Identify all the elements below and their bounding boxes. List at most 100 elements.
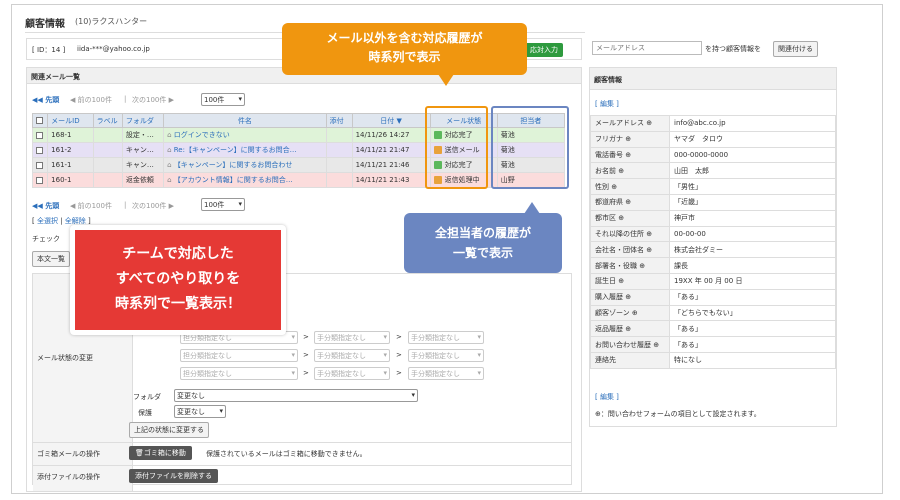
row-checkbox-cell[interactable]: [31, 142, 49, 158]
info-row: 部署名・役職 ⊕ 課長: [590, 257, 836, 274]
pager-prev-link[interactable]: ◀ 前の100件: [70, 95, 112, 105]
col-label[interactable]: ラベル: [92, 113, 123, 128]
info-label: 連絡先: [590, 351, 670, 369]
mail-subject[interactable]: 【キャンペーン】に関するお問合わせ: [174, 161, 293, 169]
bulk-divider-2: [33, 465, 571, 466]
trash-note: 保護されているメールはゴミ箱に移動できません。: [206, 450, 367, 458]
col-folder[interactable]: フォルダ: [121, 113, 165, 128]
manual-entry-button[interactable]: 応対入力: [525, 43, 563, 57]
info-value: 株式会社ダミー: [669, 241, 836, 259]
assignee-highlight-box: [491, 106, 569, 189]
bracket-close: ]: [85, 217, 91, 225]
delete-attachments-button[interactable]: 添付ファイルを削除する: [129, 469, 218, 483]
trash-label: ゴミ箱メールの操作: [37, 450, 100, 458]
info-row: お問い合わせ履歴 ⊕ 「ある」: [590, 336, 836, 353]
status-select-3[interactable]: 手分類指定なし: [408, 331, 484, 344]
mail-subject[interactable]: ログインできない: [174, 131, 230, 139]
arrow-icon: >: [396, 369, 402, 377]
info-row: 都市区 ⊕ 神戸市: [590, 209, 836, 227]
status-select-8-value: 手分類指定なし: [317, 370, 366, 378]
info-value: ヤマダ タロウ: [669, 130, 836, 148]
mail-label: [92, 127, 123, 143]
status-select-4[interactable]: 担分類指定なし: [180, 349, 298, 362]
status-select-6-value: 手分類指定なし: [411, 352, 460, 360]
info-label: 会社名・団体名 ⊕: [590, 241, 670, 259]
info-value: 19XX 年 00 月 00 日: [669, 272, 836, 290]
mail-subject[interactable]: 【アカウント情報】に関するお問合…: [174, 176, 293, 184]
mail-date: 14/11/26 14:27: [351, 127, 431, 143]
mail-subject[interactable]: Re:【キャンペーン】に関するお問合…: [174, 146, 297, 154]
info-row: お名前 ⊕ 山田 太郎: [590, 162, 836, 180]
info-row: 性別 ⊕ 「男性」: [590, 178, 836, 195]
info-label: お問い合わせ履歴 ⊕: [590, 336, 670, 353]
edit-link-top[interactable]: [ 編集 ]: [595, 99, 619, 109]
mail-label: [92, 157, 123, 173]
status-select-9[interactable]: 手分類指定なし: [408, 367, 484, 380]
status-select-5-value: 手分類指定なし: [317, 352, 366, 360]
col-mail-id[interactable]: メールID: [47, 113, 94, 128]
select-all-link[interactable]: 全選択: [37, 217, 58, 225]
per-page-select-bottom[interactable]: 100件: [201, 198, 245, 211]
status-select-7[interactable]: 担分類指定なし: [180, 367, 298, 380]
pager-next-link-bottom[interactable]: 次の100件 ▶: [132, 201, 174, 211]
deselect-all-link[interactable]: 全解除: [65, 217, 86, 225]
apply-status-button[interactable]: 上記の状態に変更する: [129, 422, 209, 438]
info-value: 00-00-00: [669, 225, 836, 243]
row-checkbox[interactable]: [36, 176, 43, 184]
row-checkbox[interactable]: [36, 131, 43, 139]
status-select-8[interactable]: 手分類指定なし: [314, 367, 390, 380]
info-value: 「ある」: [669, 336, 836, 353]
mail-id: 161-1: [47, 157, 94, 173]
pager-prev-link-bottom[interactable]: ◀ 前の100件: [70, 201, 112, 211]
pager-first-link-bottom[interactable]: ◀◀ 先頭: [32, 201, 59, 211]
row-checkbox-cell[interactable]: [31, 127, 49, 143]
col-subject[interactable]: 件名: [163, 113, 327, 128]
info-label: 顧客ゾーン ⊕: [590, 304, 670, 322]
search-suffix-text: を持つ顧客情報を: [705, 45, 761, 53]
page-title: 顧客情報: [25, 19, 65, 30]
info-label: 購入履歴 ⊕: [590, 288, 670, 306]
move-to-trash-button[interactable]: 🗑ゴミ箱に移動: [129, 446, 192, 460]
info-row: フリガナ ⊕ ヤマダ タロウ: [590, 130, 836, 148]
info-label: 都道府県 ⊕: [590, 193, 670, 211]
mail-subject-cell[interactable]: ⌂ 【キャンペーン】に関するお問合わせ: [163, 157, 327, 173]
pager-first-link[interactable]: ◀◀ 先頭: [32, 95, 59, 105]
info-row: 電話番号 ⊕ 000-0000-0000: [590, 146, 836, 164]
mail-envelope-icon: ⌂: [167, 131, 174, 139]
mail-subject-cell[interactable]: ⌂ ログインできない: [163, 127, 327, 143]
info-row: 都道府県 ⊕ 「近畿」: [590, 193, 836, 211]
col-attachment[interactable]: 添付: [325, 113, 353, 128]
mail-envelope-icon: ⌂: [167, 146, 174, 154]
status-select-6[interactable]: 手分類指定なし: [408, 349, 484, 362]
folder-select[interactable]: 変更なし: [174, 389, 418, 402]
mail-envelope-icon: ⌂: [167, 161, 174, 169]
info-label: 返品履歴 ⊕: [590, 320, 670, 338]
per-page-select[interactable]: 100件: [201, 93, 245, 106]
row-checkbox[interactable]: [36, 146, 43, 154]
edit-link-bottom[interactable]: [ 編集 ]: [595, 392, 619, 402]
info-row: 返品履歴 ⊕ 「ある」: [590, 320, 836, 338]
hold-select[interactable]: 変更なし: [174, 405, 226, 418]
row-checkbox-cell[interactable]: [31, 157, 49, 173]
info-value: info@abc.co.jp: [669, 115, 836, 132]
select-all-checkbox[interactable]: [36, 117, 43, 124]
link-customer-button[interactable]: 関連付ける: [773, 41, 818, 57]
pager-separator: |: [124, 95, 127, 103]
status-select-5[interactable]: 手分類指定なし: [314, 349, 390, 362]
pager-next-link[interactable]: 次の100件 ▶: [132, 95, 174, 105]
mail-subject-cell[interactable]: ⌂ 【アカウント情報】に関するお問合…: [163, 172, 327, 188]
page-subtitle: (10)ラクスハンター: [75, 17, 148, 26]
body-list-button[interactable]: 本文一覧: [32, 251, 70, 267]
col-date[interactable]: 日付 ▼: [351, 113, 431, 128]
email-search-input[interactable]: [592, 41, 702, 55]
row-checkbox[interactable]: [36, 161, 43, 169]
info-row: 連絡先 特になし: [590, 351, 836, 369]
hold-label: 保護: [138, 409, 152, 417]
mail-id: 160-1: [47, 172, 94, 188]
row-checkbox-cell[interactable]: [31, 172, 49, 188]
status-select-2-value: 手分類指定なし: [317, 334, 366, 342]
status-select-2[interactable]: 手分類指定なし: [314, 331, 390, 344]
col-checkbox[interactable]: [31, 113, 49, 128]
mail-subject-cell[interactable]: ⌂ Re:【キャンペーン】に関するお問合…: [163, 142, 327, 158]
info-row: 購入履歴 ⊕ 「ある」: [590, 288, 836, 306]
